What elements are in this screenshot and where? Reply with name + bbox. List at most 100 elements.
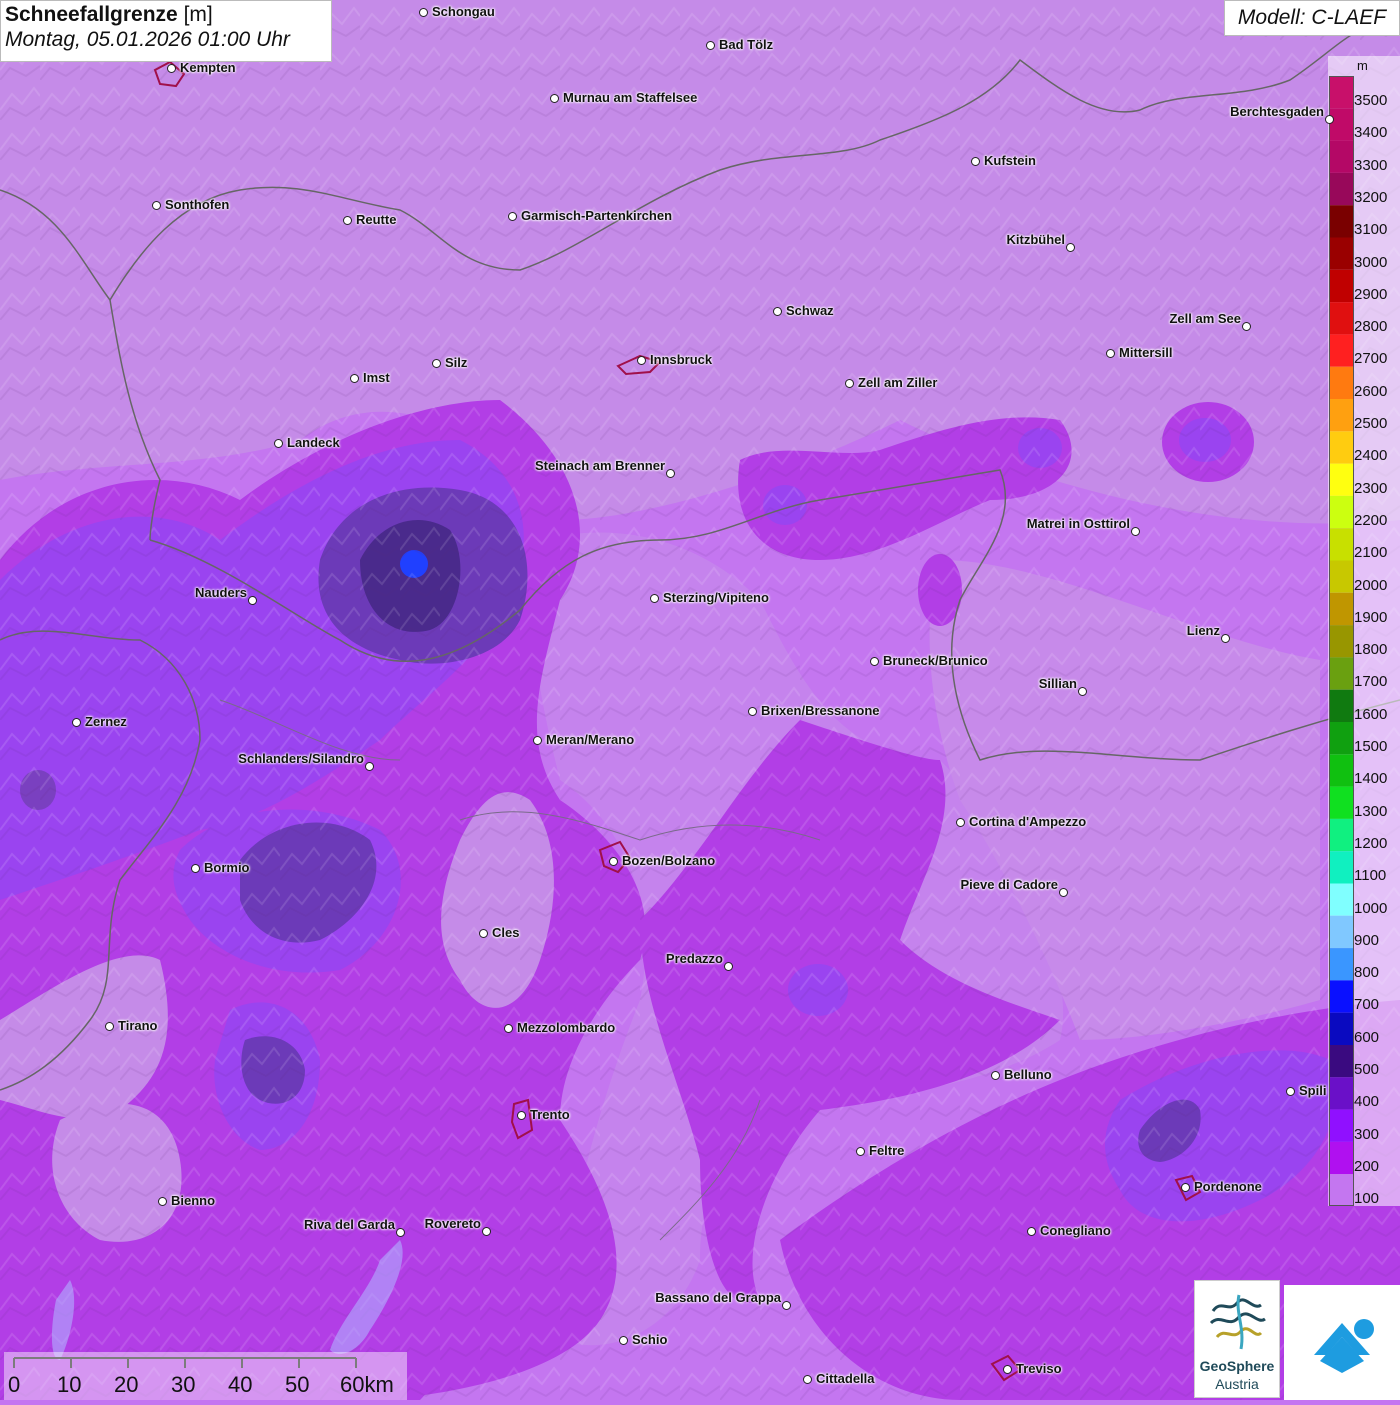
legend-label-800: 800: [1354, 964, 1380, 982]
place-marker-rovereto[interactable]: [482, 1227, 491, 1236]
place-label-conegliano: Conegliano: [1040, 1223, 1111, 1238]
place-label-lienz: Lienz: [1186, 623, 1220, 638]
place-marker-zell-am-ziller[interactable]: [845, 379, 854, 388]
place-marker-schlanders-silandro[interactable]: [365, 762, 374, 771]
place-marker-reutte[interactable]: [343, 216, 352, 225]
place-label-brixen-bressanone: Brixen/Bressanone: [761, 703, 880, 718]
legend-unit: m: [1357, 58, 1368, 73]
parameter-name: Schneefallgrenze: [5, 3, 178, 26]
legend-swatch-1000: [1329, 883, 1354, 916]
place-marker-steinach-am-brenner[interactable]: [666, 469, 675, 478]
place-marker-berchtesgaden[interactable]: [1325, 115, 1334, 124]
place-label-bozen-bolzano: Bozen/Bolzano: [622, 853, 716, 868]
legend-label-1100: 1100: [1354, 867, 1387, 885]
geosphere-logo[interactable]: GeoSphere Austria: [1194, 1280, 1280, 1398]
place-marker-conegliano[interactable]: [1027, 1227, 1036, 1236]
legend-label-100: 100: [1354, 1190, 1380, 1208]
legend-swatch-700: [1329, 980, 1354, 1013]
place-marker-zell-am-see[interactable]: [1242, 322, 1251, 331]
legend-color-bar: [1329, 76, 1354, 1206]
place-label-spili: Spili: [1299, 1083, 1327, 1098]
map-datetime: Montag, 05.01.2026 01:00 Uhr: [5, 28, 290, 51]
legend-swatch-3500: [1329, 76, 1354, 109]
place-marker-zernez[interactable]: [72, 718, 81, 727]
place-marker-mezzolombardo[interactable]: [504, 1024, 513, 1033]
place-marker-bormio[interactable]: [191, 864, 200, 873]
weather-app-icon: [1314, 1319, 1374, 1373]
place-label-innsbruck: Innsbruck: [650, 352, 713, 367]
place-marker-pordenone[interactable]: [1181, 1183, 1190, 1192]
place-marker-nauders[interactable]: [248, 596, 257, 605]
place-marker-imst[interactable]: [350, 374, 359, 383]
place-marker-feltre[interactable]: [856, 1147, 865, 1156]
legend-swatch-2000: [1329, 560, 1354, 593]
place-marker-spili[interactable]: [1286, 1087, 1295, 1096]
legend-swatch-1900: [1329, 592, 1354, 626]
legend-label-3000: 3000: [1354, 253, 1388, 271]
geosphere-name: GeoSphere: [1199, 1358, 1275, 1374]
place-label-kempten: Kempten: [180, 60, 236, 75]
map-title: Schneefallgrenze [m]: [5, 3, 327, 27]
place-marker-bad-t-lz[interactable]: [706, 41, 715, 50]
place-marker-bassano-del-grappa[interactable]: [782, 1301, 791, 1310]
legend-label-2000: 2000: [1354, 576, 1388, 594]
place-marker-sterzing-vipiteno[interactable]: [650, 594, 659, 603]
legend-swatch-200: [1329, 1141, 1354, 1175]
place-marker-kitzb-hel[interactable]: [1066, 243, 1075, 252]
place-label-bienno: Bienno: [171, 1193, 216, 1208]
place-label-cles: Cles: [492, 925, 520, 940]
place-marker-schongau[interactable]: [419, 8, 428, 17]
place-marker-garmisch-partenkirchen[interactable]: [508, 212, 517, 221]
legend-label-400: 400: [1354, 1093, 1380, 1111]
place-marker-kufstein[interactable]: [971, 157, 980, 166]
place-marker-bruneck-brunico[interactable]: [870, 657, 879, 666]
place-marker-schio[interactable]: [619, 1336, 628, 1345]
place-marker-mittersill[interactable]: [1106, 349, 1115, 358]
place-marker-sillian[interactable]: [1078, 687, 1087, 696]
place-marker-pieve-di-cadore[interactable]: [1059, 888, 1068, 897]
legend-swatch-500: [1329, 1045, 1354, 1078]
place-marker-cortina-d-ampezzo[interactable]: [956, 818, 965, 827]
place-marker-cles[interactable]: [479, 929, 488, 938]
place-marker-schwaz[interactable]: [773, 307, 782, 316]
legend-swatch-2900: [1329, 269, 1354, 303]
legend-label-2100: 2100: [1354, 544, 1388, 562]
place-marker-belluno[interactable]: [991, 1071, 1000, 1080]
legend-swatch-400: [1329, 1077, 1354, 1110]
place-marker-riva-del-garda[interactable]: [396, 1228, 405, 1237]
place-label-landeck: Landeck: [287, 435, 340, 450]
legend-swatch-3300: [1329, 140, 1354, 173]
place-marker-landeck[interactable]: [274, 439, 283, 448]
place-marker-tirano[interactable]: [105, 1022, 114, 1031]
legend-label-900: 900: [1354, 931, 1380, 949]
legend-label-2700: 2700: [1354, 350, 1388, 368]
place-marker-silz[interactable]: [432, 359, 441, 368]
place-marker-kempten[interactable]: [167, 64, 176, 73]
legend-label-1800: 1800: [1354, 641, 1388, 659]
place-marker-bienno[interactable]: [158, 1197, 167, 1206]
warn-app-logo[interactable]: [1284, 1285, 1400, 1400]
place-marker-predazzo[interactable]: [724, 962, 733, 971]
legend-label-1200: 1200: [1354, 834, 1388, 852]
place-marker-murnau-am-staffelsee[interactable]: [550, 94, 559, 103]
legend-label-200: 200: [1354, 1157, 1380, 1175]
legend-swatch-800: [1329, 948, 1354, 981]
legend-swatch-3000: [1329, 237, 1354, 270]
place-label-silz: Silz: [445, 355, 468, 370]
place-marker-innsbruck[interactable]: [637, 356, 646, 365]
place-marker-trento[interactable]: [517, 1111, 526, 1120]
place-marker-brixen-bressanone[interactable]: [748, 707, 757, 716]
legend-swatch-100: [1329, 1174, 1354, 1206]
place-marker-matrei-in-osttirol[interactable]: [1131, 527, 1140, 536]
place-marker-meran-merano[interactable]: [533, 736, 542, 745]
place-marker-sonthofen[interactable]: [152, 201, 161, 210]
legend-swatch-1200: [1329, 818, 1354, 852]
place-marker-bozen-bolzano[interactable]: [609, 857, 618, 866]
place-marker-lienz[interactable]: [1221, 634, 1230, 643]
legend-swatch-300: [1329, 1109, 1354, 1142]
legend-label-1900: 1900: [1354, 608, 1388, 626]
place-marker-cittadella[interactable]: [803, 1375, 812, 1384]
map-title-box: Schneefallgrenze [m] Montag, 05.01.2026 …: [0, 0, 332, 62]
place-label-meran-merano: Meran/Merano: [546, 732, 635, 747]
place-marker-treviso[interactable]: [1003, 1365, 1012, 1374]
